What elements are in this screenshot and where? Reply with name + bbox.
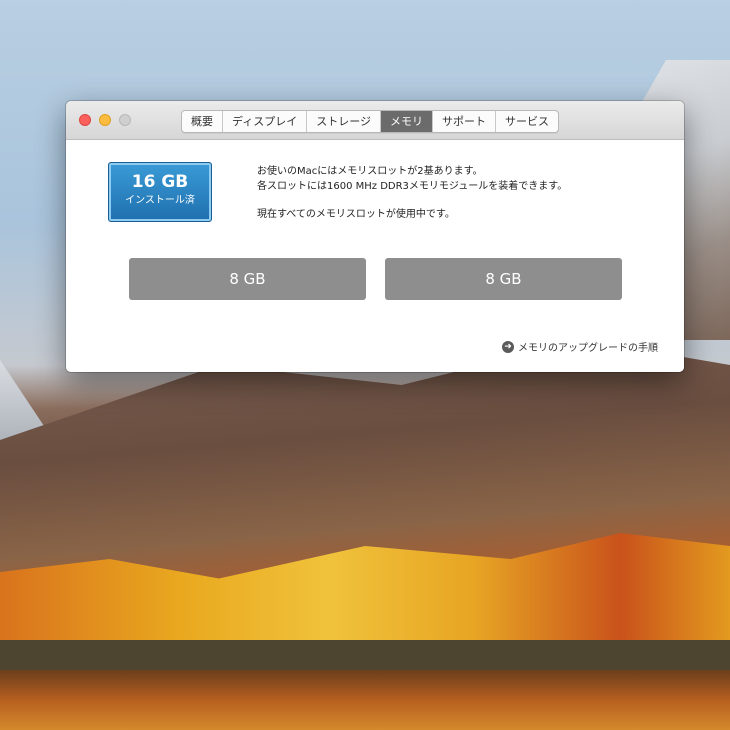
wallpaper-shore bbox=[0, 640, 730, 670]
memory-info-line: 各スロットには1600 MHz DDR3メモリモジュールを装着できます。 bbox=[257, 181, 568, 192]
tab-displays[interactable]: ディスプレイ bbox=[223, 111, 308, 132]
memory-info: お使いのMacにはメモリスロットが2基あります。 各スロットには1600 MHz… bbox=[257, 164, 657, 222]
installed-memory-badge: 16 GB インストール済 bbox=[108, 162, 212, 222]
close-icon[interactable] bbox=[79, 114, 91, 126]
installed-memory-size: 16 GB bbox=[131, 172, 189, 192]
memory-status-line: 現在すべてのメモリスロットが使用中です。 bbox=[257, 209, 455, 220]
tab-overview[interactable]: 概要 bbox=[182, 111, 223, 132]
tab-memory[interactable]: メモリ bbox=[381, 111, 434, 132]
tab-service[interactable]: サービス bbox=[496, 111, 558, 132]
memory-panel: 16 GB インストール済 お使いのMacにはメモリスロットが2基あります。 各… bbox=[66, 140, 684, 372]
wallpaper-lake bbox=[0, 670, 730, 730]
memory-info-line: お使いのMacにはメモリスロットが2基あります。 bbox=[257, 166, 483, 177]
minimize-icon[interactable] bbox=[99, 114, 111, 126]
memory-upgrade-label: メモリのアップグレードの手順 bbox=[518, 343, 658, 354]
tab-storage[interactable]: ストレージ bbox=[307, 111, 382, 132]
arrow-right-circle-icon: ➜ bbox=[502, 340, 514, 353]
memory-upgrade-link[interactable]: ➜ メモリのアップグレードの手順 bbox=[502, 339, 658, 354]
about-this-mac-window: 概要 ディスプレイ ストレージ メモリ サポート サービス 16 GB インスト… bbox=[66, 101, 684, 372]
tab-bar: 概要 ディスプレイ ストレージ メモリ サポート サービス bbox=[181, 110, 560, 133]
memory-slot-1: 8 GB bbox=[129, 258, 366, 300]
installed-memory-label: インストール済 bbox=[125, 195, 195, 206]
tab-support[interactable]: サポート bbox=[433, 111, 497, 132]
window-titlebar[interactable]: 概要 ディスプレイ ストレージ メモリ サポート サービス bbox=[66, 101, 684, 140]
zoom-icon[interactable] bbox=[119, 114, 131, 126]
memory-slot-2: 8 GB bbox=[385, 258, 622, 300]
